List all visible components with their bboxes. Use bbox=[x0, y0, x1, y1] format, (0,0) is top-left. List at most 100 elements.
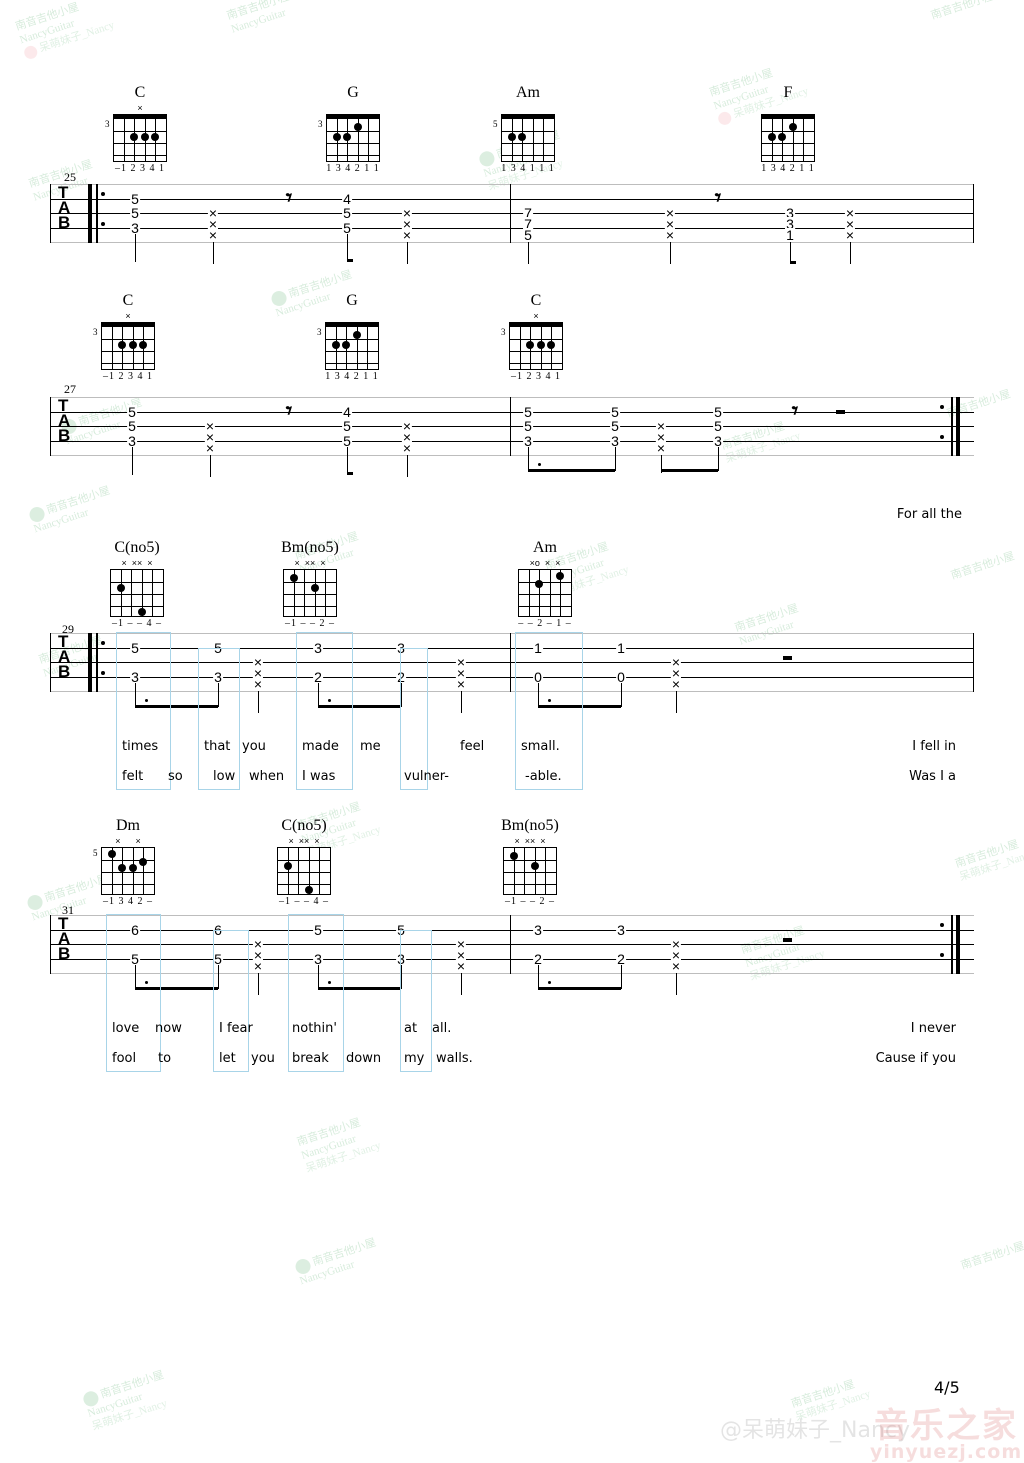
chord-grid bbox=[761, 114, 815, 162]
tab-mute: × bbox=[204, 440, 216, 456]
lyric-word: that bbox=[204, 739, 231, 754]
chord-name: G bbox=[346, 292, 358, 309]
chord-dot bbox=[768, 133, 776, 141]
chord-name: Bm(no5) bbox=[281, 539, 339, 556]
chord-fingering: –1 2 3 4 1 bbox=[115, 163, 165, 174]
lyric-word: my bbox=[404, 1051, 425, 1066]
tab-note: 5 bbox=[127, 404, 137, 420]
chord-mute-row bbox=[501, 104, 555, 114]
chord-fingering: –1 – – 2 – bbox=[505, 896, 555, 907]
chord-fret-position: 3 bbox=[105, 119, 110, 129]
tab-note: 0 bbox=[616, 669, 626, 685]
watermark-nancy: 南音吉他小屋 NancyGuitar bbox=[293, 1236, 383, 1289]
tab-mute: × bbox=[207, 227, 219, 243]
lyric-word: vulner- bbox=[404, 769, 449, 784]
chord-fingering: –1 – – 4 – bbox=[112, 618, 162, 629]
lyric-word: when bbox=[249, 769, 285, 784]
tab-note: 5 bbox=[342, 418, 352, 434]
lyric-word: small. bbox=[521, 739, 560, 754]
lyric-word: so bbox=[168, 769, 183, 784]
chord-mute-row: × ×× × bbox=[288, 836, 320, 846]
tab-note: 3 bbox=[616, 922, 626, 938]
chord-dot bbox=[129, 864, 137, 872]
tab-note: 5 bbox=[713, 404, 723, 420]
tab-mute: × bbox=[655, 440, 667, 456]
lyric-word: feel bbox=[460, 739, 485, 754]
watermark-nancy: 南音吉他小屋 bbox=[959, 1240, 1024, 1272]
tab-note: 3 bbox=[610, 433, 620, 449]
chord-dot bbox=[537, 341, 545, 349]
chord-fingering: –1 – – 2 – bbox=[285, 618, 335, 629]
tab-mute: × bbox=[252, 958, 264, 974]
chord-grid bbox=[503, 847, 557, 895]
chord-diagram-am: Am 5 1 3 4 1 1 1 bbox=[488, 85, 568, 176]
chord-fret-position: 5 bbox=[93, 848, 98, 858]
tab-note: 4 bbox=[342, 404, 352, 420]
lyric-highlight-box bbox=[116, 632, 171, 790]
tab-note: 5 bbox=[342, 433, 352, 449]
eighth-rest: 𝄾 bbox=[285, 398, 293, 423]
tail-lyric: Was I a bbox=[909, 769, 956, 784]
chord-mute-row: × bbox=[125, 311, 131, 321]
tab-mute: × bbox=[670, 676, 682, 692]
tab-clef: T A B bbox=[58, 632, 71, 681]
chord-name: F bbox=[783, 84, 793, 101]
chord-mute-row bbox=[325, 312, 379, 322]
tab-note: 1 bbox=[785, 227, 795, 243]
tab-mute: × bbox=[670, 958, 682, 974]
rest-bar bbox=[783, 938, 792, 942]
tab-note: 3 bbox=[127, 433, 137, 449]
chord-fret-position: 3 bbox=[318, 119, 323, 129]
chord-dot bbox=[535, 580, 543, 588]
chord-name: Bm(no5) bbox=[501, 817, 559, 834]
chord-dot bbox=[556, 572, 564, 580]
chord-name: C bbox=[122, 292, 134, 309]
tab-staff: T A B 5 5 3 × × × 𝄾 4 5 5 × × × 7 7 5 × … bbox=[50, 184, 974, 264]
chord-dot bbox=[342, 341, 350, 349]
tab-note: 5 bbox=[610, 418, 620, 434]
eighth-rest: 𝄾 bbox=[285, 185, 293, 210]
chord-fingering: –1 2 3 4 1 bbox=[103, 371, 153, 382]
chord-fingering: –1 2 3 4 1 bbox=[511, 371, 561, 382]
chord-name: C bbox=[530, 292, 542, 309]
chord-diagram-c: C × 3 –1 2 3 4 1 bbox=[100, 85, 180, 176]
chord-dot bbox=[139, 341, 147, 349]
lyric-word: down bbox=[346, 1051, 382, 1066]
watermark-yinyuezj-logo: 音乐之家 yinyuezj.com bbox=[870, 1406, 1023, 1463]
chord-dot bbox=[139, 858, 147, 866]
lyric-word: I was bbox=[302, 769, 336, 784]
tab-staff: T A B 5 5 3 × × × 𝄾 4 5 5 × × × 5 5 3 5 … bbox=[50, 397, 974, 477]
tab-staff: T A B 5 3 5 3 × × × 3 2 3 2 × × × 1 0 1 … bbox=[50, 632, 974, 713]
chord-grid: 3 bbox=[317, 322, 379, 370]
chord-dot bbox=[518, 133, 526, 141]
tab-note: 5 bbox=[523, 227, 533, 243]
tab-mute: × bbox=[401, 227, 413, 243]
page-number: 4/5 bbox=[934, 1378, 960, 1397]
repeat-end-barline bbox=[956, 915, 960, 974]
tab-note: 5 bbox=[523, 404, 533, 420]
chord-grid: 3 bbox=[501, 322, 563, 370]
chord-dot bbox=[129, 341, 137, 349]
chord-mute-row: × ×× × bbox=[514, 836, 546, 846]
chord-dot bbox=[141, 133, 149, 141]
pickup-lyric: For all the bbox=[896, 507, 962, 522]
tab-note: 5 bbox=[610, 404, 620, 420]
tab-clef: T A B bbox=[58, 914, 71, 963]
tab-note: 5 bbox=[342, 205, 352, 221]
lyric-word: low bbox=[213, 769, 236, 784]
chord-fingering: –1 3 4 2 – bbox=[103, 896, 153, 907]
tab-mute: × bbox=[455, 958, 467, 974]
chord-name: C(no5) bbox=[281, 817, 327, 834]
chord-diagram-bmno5: Bm(no5) × ×× × –1 – – 2 – bbox=[270, 540, 350, 631]
chord-dot bbox=[547, 341, 555, 349]
chord-fingering: 1 3 4 2 1 1 bbox=[325, 371, 379, 382]
chord-dot bbox=[508, 133, 516, 141]
chord-fingering: –1 – – 4 – bbox=[279, 896, 329, 907]
lyric-highlight-box bbox=[515, 632, 583, 790]
sheet-music-page: 南音吉他小屋 NancyGuitar 呆萌妹子_Nancy 南音吉他小屋 NancyG… bbox=[0, 0, 1024, 1463]
chord-grid: 3 bbox=[105, 114, 167, 162]
lyric-word: at bbox=[404, 1021, 418, 1036]
chord-dot bbox=[108, 850, 116, 858]
chord-grid: 5 bbox=[493, 114, 555, 162]
watermark-nancy: 南音吉他小屋 NancyGuitar bbox=[27, 484, 117, 537]
